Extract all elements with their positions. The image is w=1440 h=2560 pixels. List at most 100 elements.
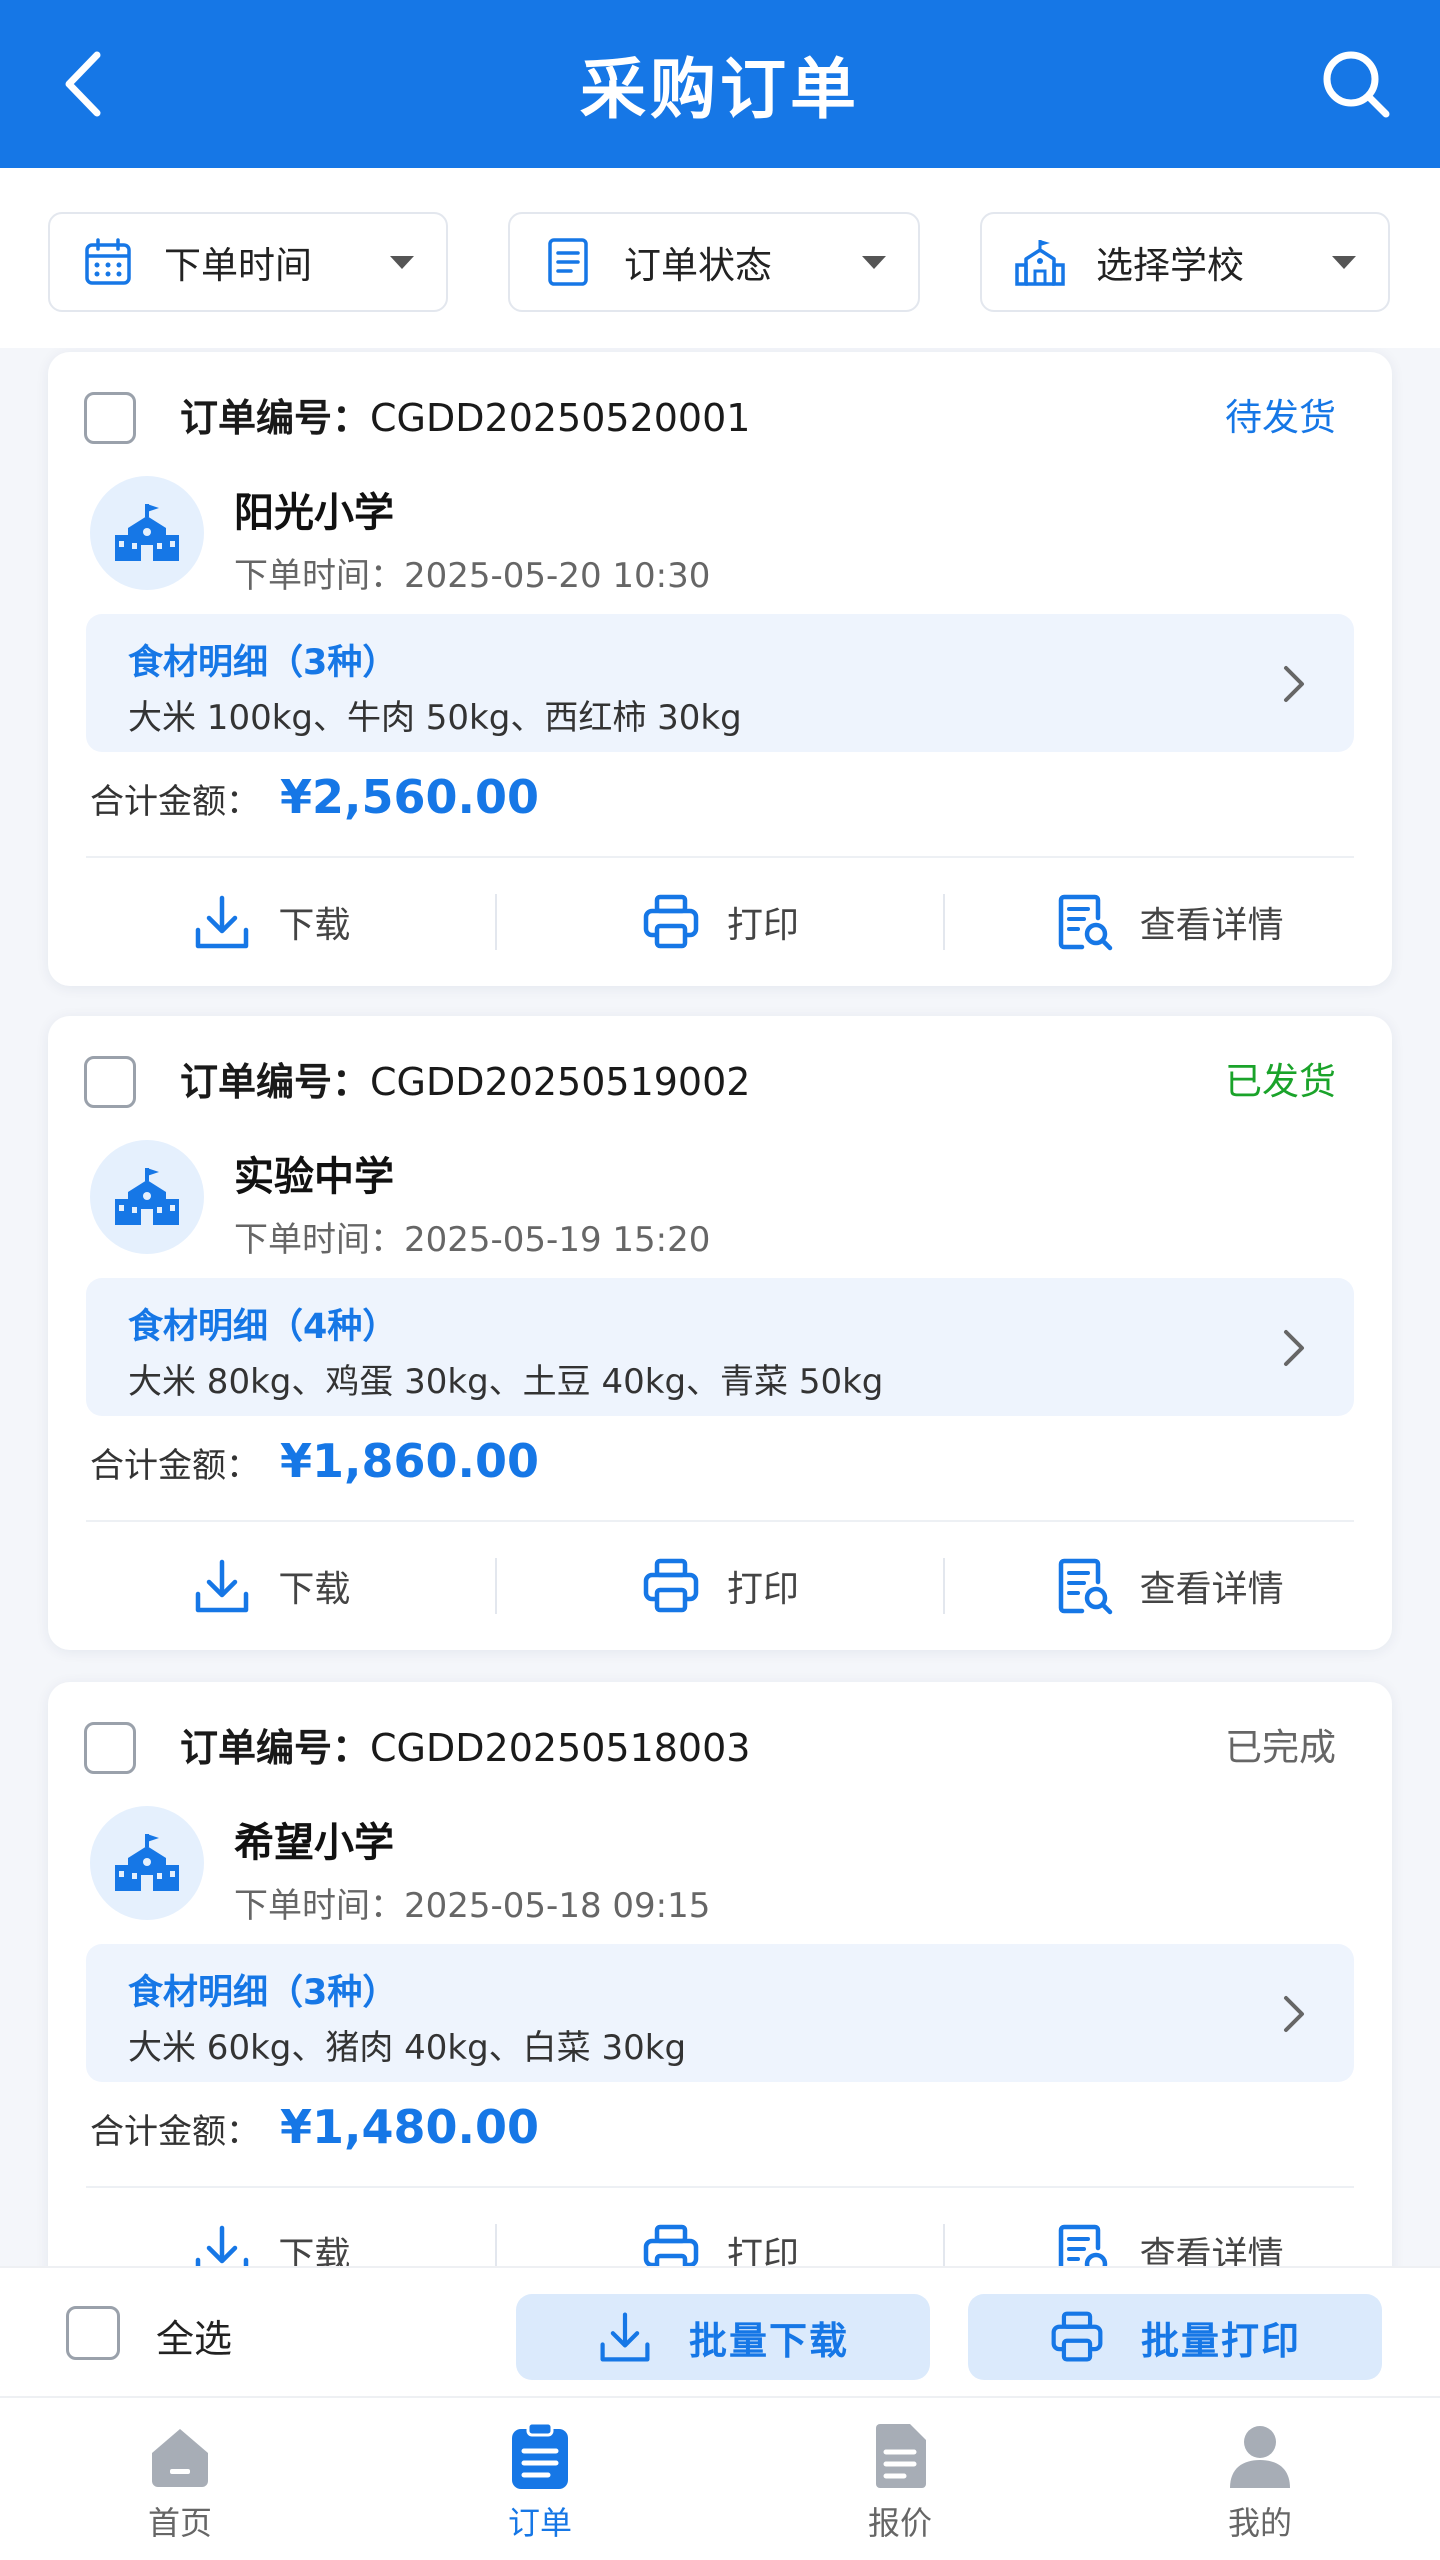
school-icon <box>1014 236 1066 288</box>
tab-label: 报价 <box>867 2504 932 2542</box>
print-label: 打印 <box>727 905 800 946</box>
tab-home[interactable]: 首页 <box>0 2398 360 2560</box>
download-icon <box>192 1556 252 1616</box>
quote-document-icon <box>864 2420 936 2492</box>
search-icon <box>1323 51 1390 118</box>
document-search-icon <box>1054 892 1114 952</box>
total-label: 合计金额： <box>90 1446 260 1486</box>
order-checkbox[interactable] <box>84 392 136 444</box>
select-all-label[interactable]: 全选 <box>156 2308 232 2363</box>
order-list: 订单编号：CGDD20250520001 待发货 阳光小学 下单时间：2025-… <box>0 348 1440 2270</box>
view-details-label: 查看详情 <box>1139 905 1284 946</box>
chevron-right-icon <box>1284 1996 1304 2032</box>
filter-school[interactable]: 选择学校 <box>980 212 1390 312</box>
order-time-label: 下单时间： <box>234 1220 404 1260</box>
search-button[interactable] <box>1316 44 1396 124</box>
download-icon <box>192 892 252 952</box>
tab-mine[interactable]: 我的 <box>1080 2398 1440 2560</box>
download-label: 下载 <box>278 905 351 946</box>
chevron-right-icon <box>1284 666 1304 702</box>
printer-icon <box>1049 2309 1105 2365</box>
download-icon <box>597 2309 653 2365</box>
tab-label: 我的 <box>1227 2504 1292 2542</box>
school-name: 希望小学 <box>234 1820 394 1866</box>
home-icon <box>144 2420 216 2492</box>
tab-quote[interactable]: 报价 <box>720 2398 1080 2560</box>
total-amount: ¥2,560.00 <box>280 770 539 824</box>
back-button[interactable] <box>44 44 124 124</box>
select-all-checkbox[interactable] <box>66 2306 120 2360</box>
bottom-tab-bar: 首页 订单 报价 我的 <box>0 2396 1440 2560</box>
view-details-button[interactable]: 查看详情 <box>945 858 1392 986</box>
total-amount: ¥1,480.00 <box>280 2100 539 2154</box>
batch-action-bar: 全选 批量下载 批量打印 <box>0 2266 1440 2396</box>
order-checkbox[interactable] <box>84 1722 136 1774</box>
filter-order-time[interactable]: 下单时间 <box>48 212 448 312</box>
download-label: 下载 <box>278 1569 351 1610</box>
printer-icon <box>641 892 701 952</box>
print-button[interactable]: 打印 <box>497 2188 944 2270</box>
back-arrow-icon <box>65 51 101 117</box>
order-card[interactable]: 订单编号：CGDD20250520001 待发货 阳光小学 下单时间：2025-… <box>48 352 1392 986</box>
print-label: 打印 <box>727 2235 800 2270</box>
dropdown-caret-icon <box>1332 255 1356 269</box>
view-details-button[interactable]: 查看详情 <box>945 2188 1392 2270</box>
document-search-icon <box>1054 1556 1114 1616</box>
items-header: 食材明细（3种） <box>128 643 398 683</box>
items-header: 食材明细（3种） <box>128 1973 398 2013</box>
order-number-value: CGDD20250520001 <box>370 396 751 440</box>
school-name: 实验中学 <box>234 1154 394 1200</box>
batch-download-button[interactable]: 批量下载 <box>516 2294 930 2380</box>
order-number-label: 订单编号： <box>180 1726 371 1770</box>
order-clipboard-icon <box>504 2420 576 2492</box>
order-number-value: CGDD20250519002 <box>370 1060 751 1104</box>
school-avatar <box>90 1140 204 1254</box>
download-icon <box>192 2222 252 2270</box>
school-avatar <box>90 476 204 590</box>
total-label: 合计金额： <box>90 782 260 822</box>
view-details-button[interactable]: 查看详情 <box>945 1522 1392 1650</box>
items-list: 大米 60kg、猪肉 40kg、白菜 30kg <box>128 2028 687 2068</box>
batch-print-button[interactable]: 批量打印 <box>968 2294 1382 2380</box>
order-total: 合计金额： ¥1,480.00 <box>90 2100 539 2166</box>
order-number-label: 订单编号： <box>180 1060 371 1104</box>
order-time-value: 2025-05-18 09:15 <box>404 1886 711 1926</box>
school-building-icon <box>115 1168 179 1225</box>
view-details-label: 查看详情 <box>1139 1569 1284 1610</box>
items-detail-row[interactable]: 食材明细（4种） 大米 80kg、鸡蛋 30kg、土豆 40kg、青菜 50kg <box>86 1278 1354 1416</box>
download-button[interactable]: 下载 <box>48 1522 495 1650</box>
order-number: 订单编号：CGDD20250520001 <box>180 390 750 446</box>
order-total: 合计金额： ¥1,860.00 <box>90 1434 539 1500</box>
print-button[interactable]: 打印 <box>497 1522 944 1650</box>
download-button[interactable]: 下载 <box>48 858 495 986</box>
status-badge: 待发货 <box>1225 396 1336 439</box>
dropdown-caret-icon <box>862 255 886 269</box>
items-list: 大米 100kg、牛肉 50kg、西红柿 30kg <box>128 698 742 738</box>
print-button[interactable]: 打印 <box>497 858 944 986</box>
status-badge: 已完成 <box>1225 1726 1336 1769</box>
document-icon <box>542 236 594 288</box>
user-icon <box>1224 2420 1296 2492</box>
order-number-value: CGDD20250518003 <box>370 1726 751 1770</box>
card-actions: 下载 打印 查看详情 <box>48 2188 1392 2270</box>
download-button[interactable]: 下载 <box>48 2188 495 2270</box>
school-name: 阳光小学 <box>234 490 394 536</box>
school-building-icon <box>115 504 179 561</box>
card-actions: 下载 打印 查看详情 <box>48 1522 1392 1650</box>
filter-order-status[interactable]: 订单状态 <box>508 212 920 312</box>
order-checkbox[interactable] <box>84 1056 136 1108</box>
order-number: 订单编号：CGDD20250518003 <box>180 1720 750 1776</box>
school-building-icon <box>115 1834 179 1891</box>
order-time: 下单时间：2025-05-20 10:30 <box>234 548 710 597</box>
order-time: 下单时间：2025-05-19 15:20 <box>234 1212 710 1261</box>
order-number-label: 订单编号： <box>180 396 371 440</box>
order-card[interactable]: 订单编号：CGDD20250519002 已发货 实验中学 下单时间：2025-… <box>48 1016 1392 1650</box>
order-card[interactable]: 订单编号：CGDD20250518003 已完成 希望小学 下单时间：2025-… <box>48 1682 1392 2270</box>
tab-label: 首页 <box>147 2504 212 2542</box>
view-details-label: 查看详情 <box>1139 2235 1284 2270</box>
filter-label: 订单状态 <box>624 244 772 287</box>
tab-orders[interactable]: 订单 <box>360 2398 720 2560</box>
items-detail-row[interactable]: 食材明细（3种） 大米 100kg、牛肉 50kg、西红柿 30kg <box>86 614 1354 752</box>
total-label: 合计金额： <box>90 2112 260 2152</box>
items-detail-row[interactable]: 食材明细（3种） 大米 60kg、猪肉 40kg、白菜 30kg <box>86 1944 1354 2082</box>
